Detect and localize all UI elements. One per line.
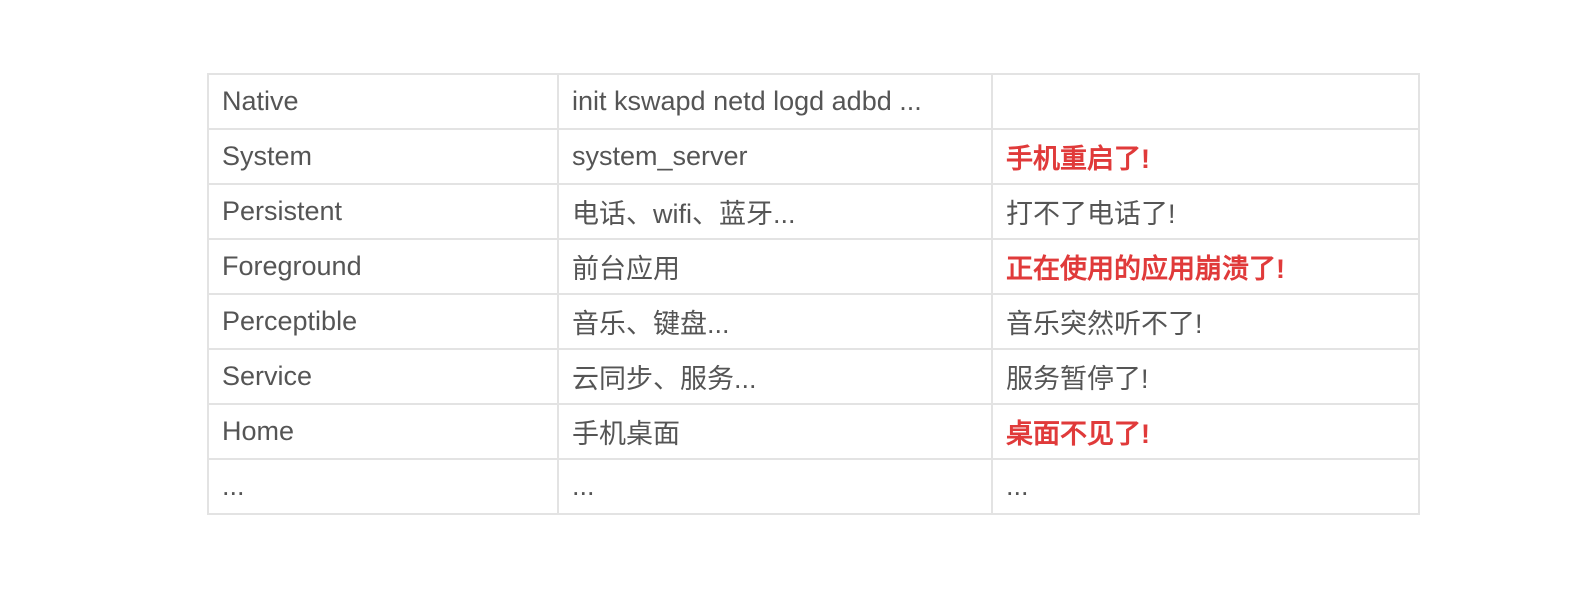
impact-cell: 桌面不见了! [991,403,1420,460]
table-row: Foreground 前台应用 正在使用的应用崩溃了! [207,238,1420,295]
impact-cell: ... [991,458,1420,515]
level-cell: Service [207,348,559,405]
level-cell: Perceptible [207,293,559,350]
example-cell: ... [557,458,993,515]
example-cell: init kswapd netd logd adbd ... [557,73,993,130]
table-row: Home 手机桌面 桌面不见了! [207,403,1420,460]
table-row: Persistent 电话、wifi、蓝牙... 打不了电话了! [207,183,1420,240]
level-cell: ... [207,458,559,515]
level-cell: Native [207,73,559,130]
impact-cell: 服务暂停了! [991,348,1420,405]
impact-cell [991,73,1420,130]
impact-cell: 正在使用的应用崩溃了! [991,238,1420,295]
process-priority-table: Native init kswapd netd logd adbd ... Sy… [207,73,1420,515]
table-row: ... ... ... [207,458,1420,515]
example-cell: 电话、wifi、蓝牙... [557,183,993,240]
level-cell: Foreground [207,238,559,295]
table-row: Service 云同步、服务... 服务暂停了! [207,348,1420,405]
impact-cell: 手机重启了! [991,128,1420,185]
impact-cell: 打不了电话了! [991,183,1420,240]
example-cell: 云同步、服务... [557,348,993,405]
example-cell: 音乐、键盘... [557,293,993,350]
table-row: System system_server 手机重启了! [207,128,1420,185]
example-cell: 前台应用 [557,238,993,295]
level-cell: System [207,128,559,185]
table-row: Perceptible 音乐、键盘... 音乐突然听不了! [207,293,1420,350]
level-cell: Home [207,403,559,460]
level-cell: Persistent [207,183,559,240]
impact-cell: 音乐突然听不了! [991,293,1420,350]
example-cell: system_server [557,128,993,185]
example-cell: 手机桌面 [557,403,993,460]
table-row: Native init kswapd netd logd adbd ... [207,73,1420,130]
